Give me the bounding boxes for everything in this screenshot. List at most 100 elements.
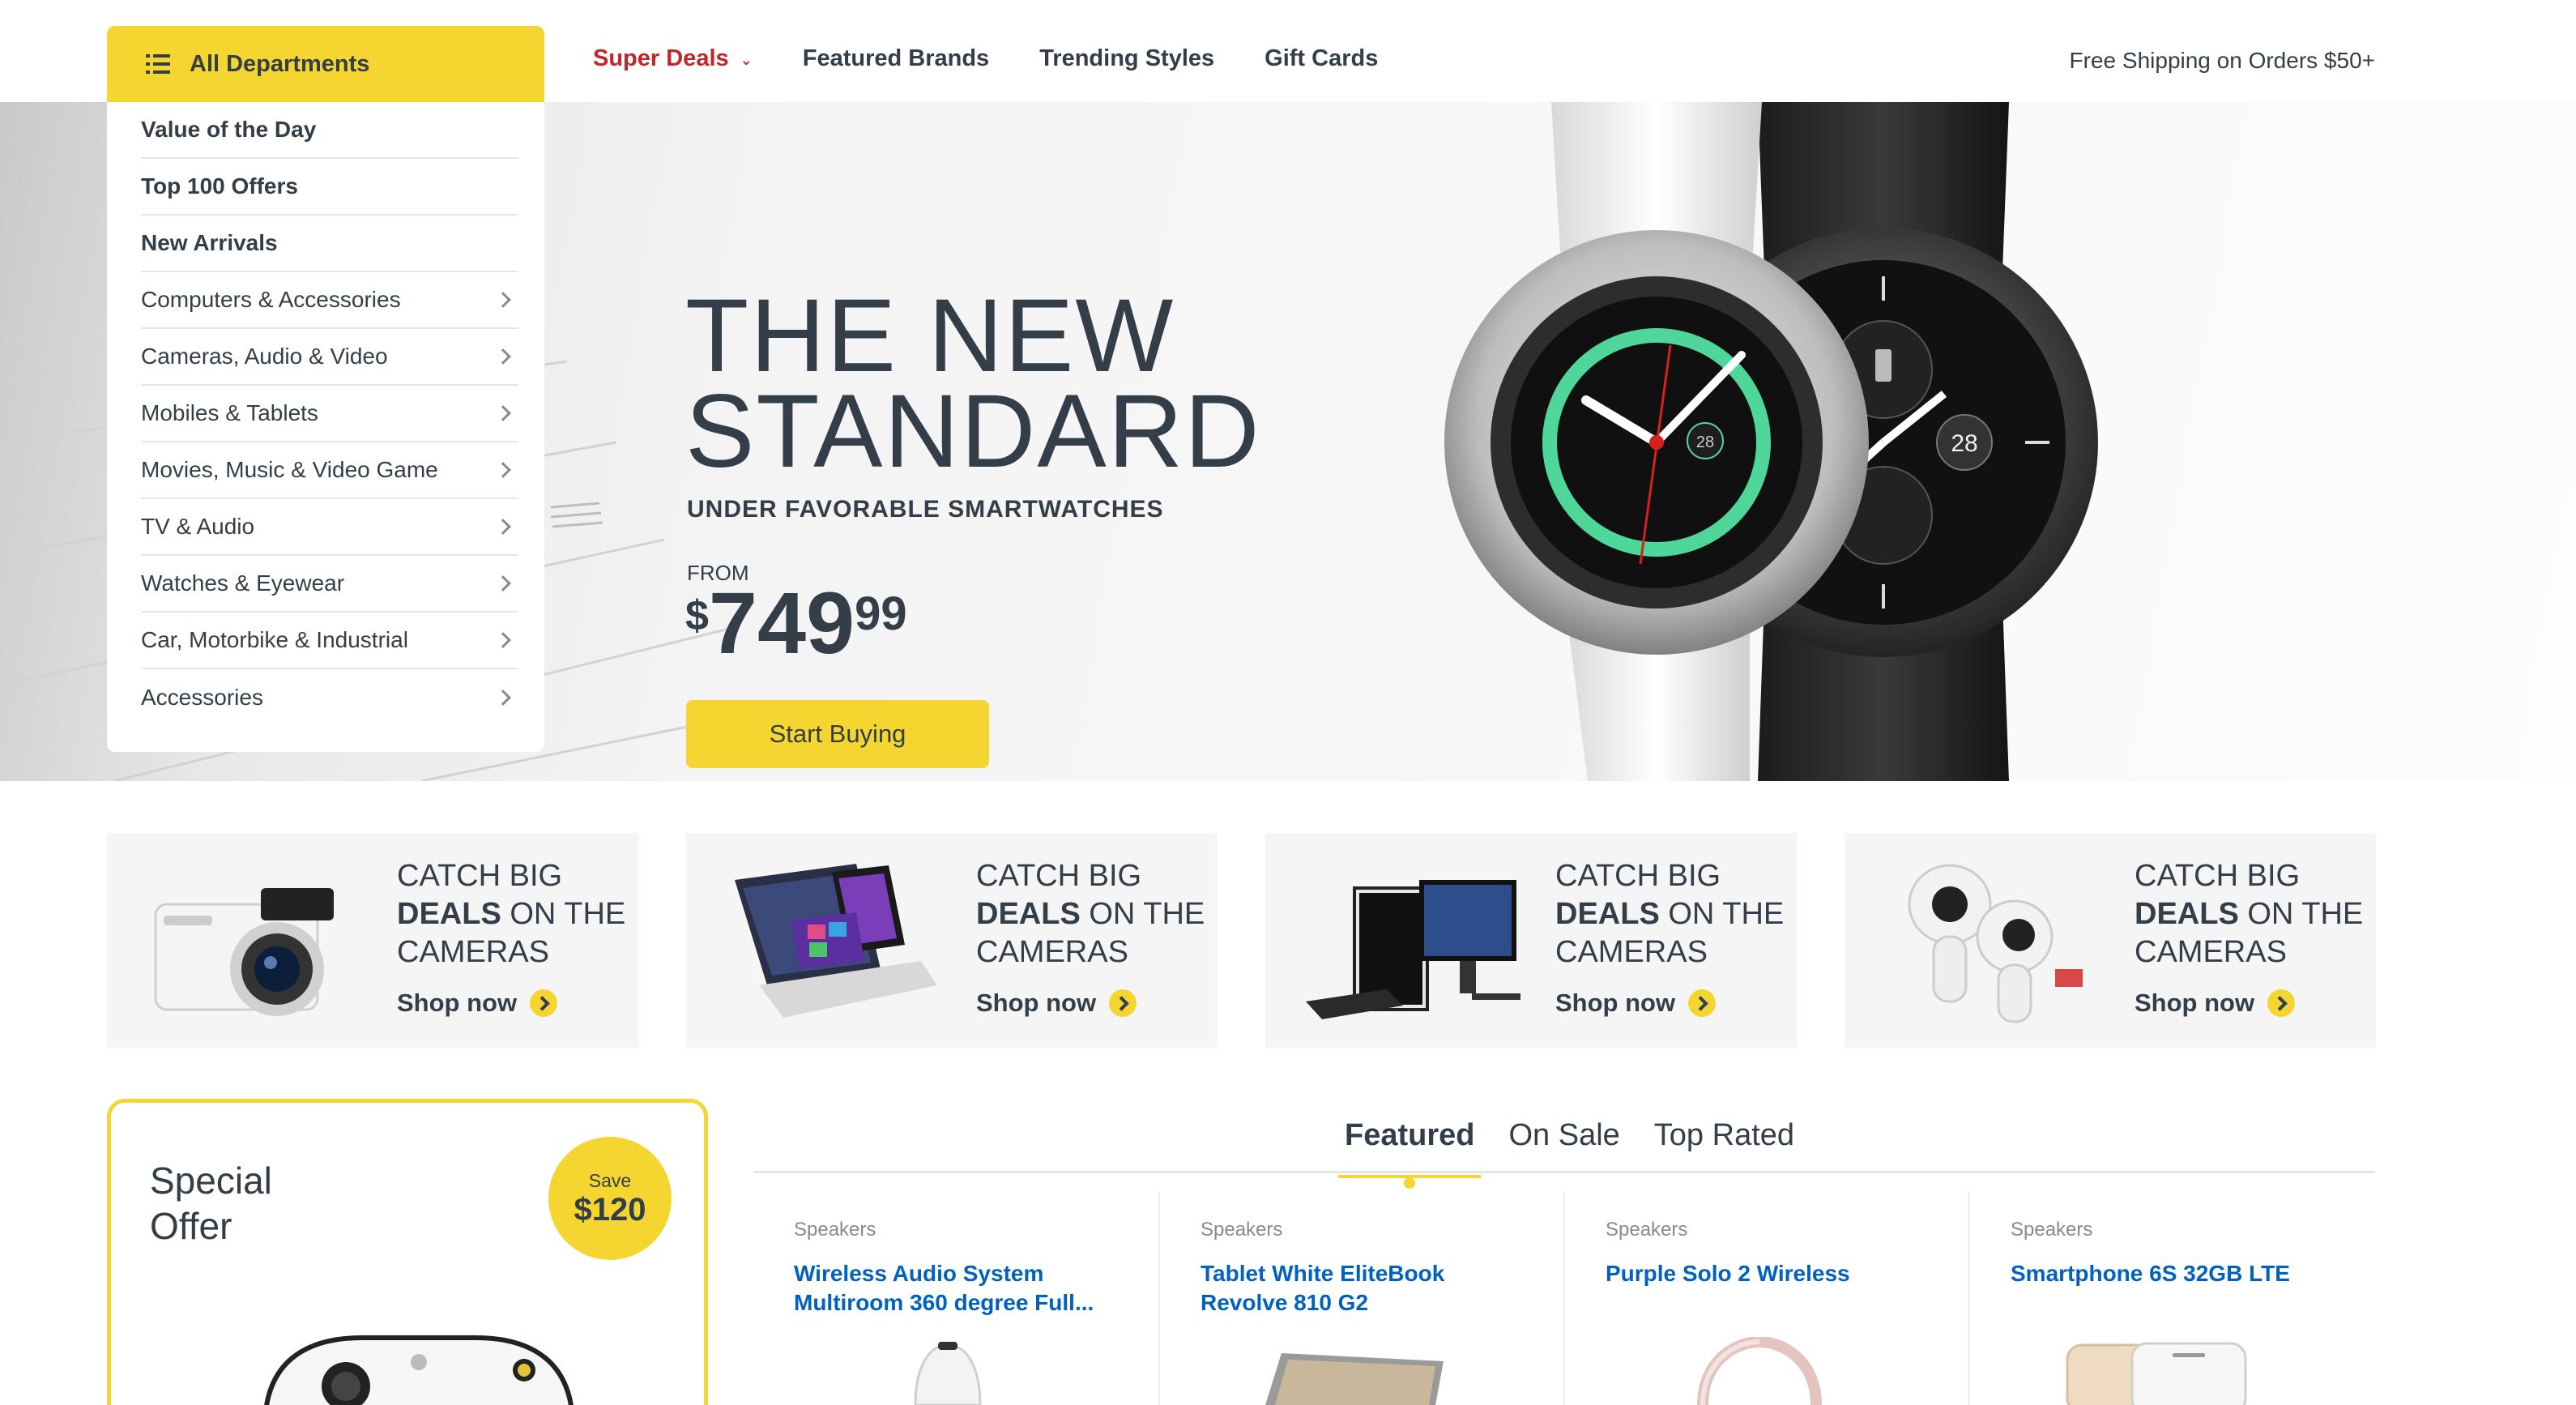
free-shipping-notice: Free Shipping on Orders $50+ — [2069, 48, 2375, 73]
promo-line2: ON THE — [1080, 897, 1205, 931]
product-card[interactable]: Speakers Tablet White EliteBook Revolve … — [1158, 1191, 1563, 1405]
shop-now-link[interactable]: Shop now — [976, 989, 1137, 1018]
promo-bold: DEALS — [1555, 897, 1660, 931]
all-departments-label: All Departments — [190, 50, 370, 77]
nav-gift-cards[interactable]: Gift Cards — [1265, 45, 1378, 72]
special-offer-title: Special Offer — [150, 1158, 272, 1249]
promo-bold: DEALS — [397, 897, 501, 931]
department-label: Car, Motorbike & Industrial — [141, 627, 408, 652]
arrow-right-icon — [2267, 989, 2296, 1017]
department-item[interactable]: Watches & Eyewear — [141, 556, 518, 613]
price-integer: 749 — [708, 574, 855, 672]
game-controller-image — [264, 1335, 574, 1405]
special-offer-card[interactable]: Special Offer Save $120 — [107, 1099, 708, 1405]
promo-card[interactable]: CATCH BIG DEALS ON THE CAMERAS Shop now — [107, 833, 638, 1048]
promo-card[interactable]: CATCH BIG DEALS ON THE CAMERAS Shop now — [1265, 833, 1797, 1048]
promo-cards: CATCH BIG DEALS ON THE CAMERAS Shop now … — [107, 833, 2376, 1048]
promo-bold: DEALS — [2135, 897, 2239, 931]
nav-super-deals[interactable]: Super Deals ⌄ — [593, 45, 753, 72]
arrow-right-icon — [1109, 989, 1137, 1017]
promo-line1: CATCH BIG — [976, 859, 1142, 893]
department-item[interactable]: Value of the Day — [141, 102, 518, 159]
product-name-link[interactable]: Smartphone 6S 32GB LTE — [2011, 1259, 2343, 1288]
department-item[interactable]: Movies, Music & Video Game — [141, 442, 518, 499]
start-buying-button[interactable]: Start Buying — [686, 700, 989, 768]
promo-text: CATCH BIG DEALS ON THE CAMERAS — [2135, 857, 2363, 972]
product-name-link[interactable]: Tablet White EliteBook Revolve 810 G2 — [1201, 1259, 1533, 1317]
shop-now-label: Shop now — [976, 989, 1097, 1017]
product-grid: Speakers Wireless Audio System Multiroom… — [753, 1191, 2375, 1405]
arrow-right-icon — [530, 989, 558, 1017]
shop-now-label: Shop now — [2135, 989, 2255, 1017]
price-cents: 99 — [855, 587, 907, 640]
product-card[interactable]: Speakers Wireless Audio System Multiroom… — [753, 1191, 1158, 1405]
nav-trending-styles[interactable]: Trending Styles — [1039, 45, 1214, 72]
promo-line1: CATCH BIG — [397, 859, 563, 893]
svg-text:28: 28 — [1951, 430, 1977, 457]
360-camera-image — [1908, 864, 2083, 1023]
department-label: Mobiles & Tablets — [141, 400, 318, 425]
department-item[interactable]: Computers & Accessories — [141, 272, 518, 329]
chevron-right-icon — [495, 519, 511, 535]
product-category[interactable]: Speakers — [794, 1219, 876, 1241]
product-card[interactable]: Speakers Smartphone 6S 32GB LTE — [1968, 1191, 2373, 1405]
tab-top-rated[interactable]: Top Rated — [1654, 1118, 1794, 1176]
save-label: Save — [588, 1169, 632, 1191]
price-currency: $ — [685, 592, 709, 639]
camera-image — [154, 888, 334, 1016]
headphones-image — [1697, 1337, 1822, 1405]
department-label: Accessories — [141, 685, 263, 710]
smartphone-image — [2066, 1342, 2247, 1405]
hero-price: $ 749 99 — [685, 579, 907, 668]
chevron-right-icon — [495, 690, 511, 706]
desktop-pc-image — [1306, 880, 1520, 1019]
department-item[interactable]: Mobiles & Tablets — [141, 386, 518, 442]
department-label: Movies, Music & Video Game — [141, 457, 438, 482]
product-tabs: Featured On Sale Top Rated — [753, 1108, 2375, 1189]
department-item[interactable]: Top 100 Offers — [141, 159, 518, 216]
product-category[interactable]: Speakers — [1201, 1219, 1282, 1241]
product-category[interactable]: Speakers — [2011, 1219, 2092, 1241]
special-offer-title-line2: Offer — [150, 1205, 232, 1247]
chevron-right-icon — [495, 292, 511, 308]
all-departments-button[interactable]: All Departments — [107, 26, 544, 102]
nav-super-deals-label: Super Deals — [593, 45, 729, 71]
product-name-link[interactable]: Wireless Audio System Multiroom 360 degr… — [794, 1259, 1126, 1317]
promo-line2: ON THE — [1659, 897, 1785, 931]
department-label: Watches & Eyewear — [141, 570, 345, 596]
tab-on-sale[interactable]: On Sale — [1508, 1118, 1619, 1176]
shop-now-link[interactable]: Shop now — [397, 989, 558, 1018]
promo-card[interactable]: CATCH BIG DEALS ON THE CAMERAS Shop now — [686, 833, 1218, 1048]
department-item[interactable]: Accessories — [141, 669, 518, 726]
product-category[interactable]: Speakers — [1606, 1219, 1687, 1241]
shop-now-label: Shop now — [397, 989, 518, 1017]
hero-title: THE NEW STANDARD — [685, 284, 1261, 484]
promo-line3: CAMERAS — [1555, 935, 1708, 969]
promo-bold: DEALS — [976, 897, 1081, 931]
chevron-down-icon: ⌄ — [740, 52, 753, 68]
department-label: Computers & Accessories — [141, 287, 401, 312]
promo-line3: CAMERAS — [2135, 935, 2287, 969]
tab-featured[interactable]: Featured — [1337, 1118, 1482, 1189]
department-label: Cameras, Audio & Video — [141, 344, 388, 369]
save-badge: Save $120 — [548, 1137, 672, 1260]
shop-now-link[interactable]: Shop now — [1555, 989, 1717, 1018]
shop-now-label: Shop now — [1555, 989, 1676, 1017]
department-item[interactable]: Cameras, Audio & Video — [141, 329, 518, 386]
department-item[interactable]: New Arrivals — [141, 216, 518, 272]
department-item[interactable]: TV & Audio — [141, 499, 518, 556]
promo-card[interactable]: CATCH BIG DEALS ON THE CAMERAS Shop now — [1845, 833, 2376, 1048]
department-item[interactable]: Car, Motorbike & Industrial — [141, 613, 518, 669]
departments-menu: Value of the Day Top 100 Offers New Arriva… — [107, 102, 544, 752]
promo-line2: ON THE — [2238, 897, 2364, 931]
chevron-right-icon — [495, 348, 511, 365]
product-name-link[interactable]: Purple Solo 2 Wireless — [1606, 1259, 1938, 1288]
chevron-right-icon — [495, 405, 511, 421]
nav-featured-brands[interactable]: Featured Brands — [803, 45, 989, 72]
save-amount: $120 — [574, 1191, 646, 1228]
laptop-image — [1265, 1353, 1444, 1405]
shop-now-link[interactable]: Shop now — [2135, 989, 2296, 1018]
department-label: TV & Audio — [141, 514, 255, 539]
chevron-right-icon — [495, 575, 511, 591]
product-card[interactable]: Speakers Purple Solo 2 Wireless — [1563, 1191, 1968, 1405]
